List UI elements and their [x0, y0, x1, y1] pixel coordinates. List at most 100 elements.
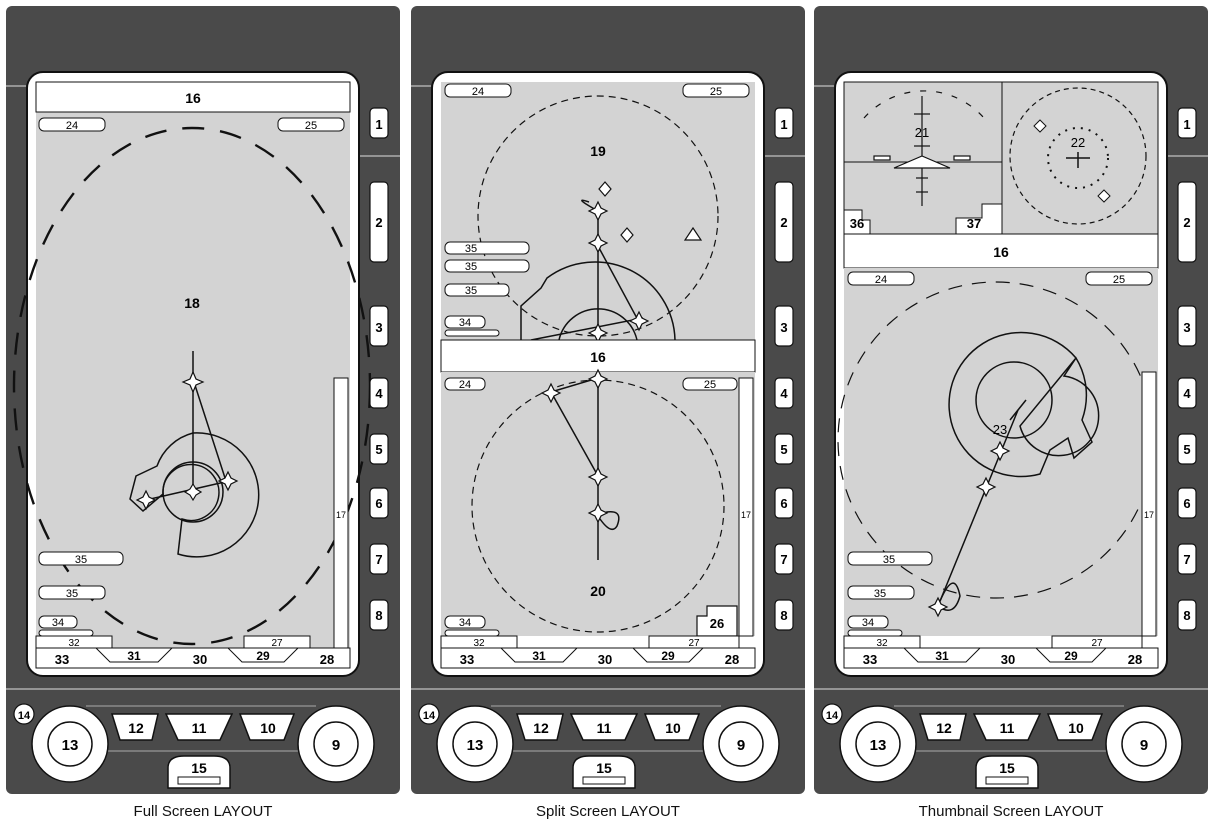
strip-right: 28 — [1128, 652, 1142, 667]
top-left-box-label: 24 — [459, 379, 471, 391]
softkey-1-label: 1 — [375, 117, 382, 132]
strip-left: 33 — [863, 652, 877, 667]
softkey-6-label: 6 — [375, 496, 382, 511]
side-bar — [1141, 371, 1157, 637]
bottom-left-box-label: 32 — [876, 638, 888, 649]
split-screen-display: 24 25 19 35 35 35 34 16 24 25 17 20 34 2… — [411, 71, 805, 789]
softkey-5-label: 5 — [780, 442, 787, 457]
side-bar-label: 17 — [336, 510, 346, 520]
thumb-right-box-label: 37 — [967, 216, 981, 231]
strip-center: 30 — [193, 652, 207, 667]
softkey-2-label: 2 — [780, 215, 787, 230]
strip-29: 29 — [661, 649, 675, 663]
softkey-7-label: 7 — [780, 552, 787, 567]
side-bar — [738, 377, 754, 637]
softkey-4-label: 4 — [780, 386, 788, 401]
top-right-box-label: 25 — [305, 120, 317, 132]
split-box-label: 26 — [710, 616, 724, 631]
thumbnail-screen-display: 21 36 37 22 16 24 25 17 23 35 35 34 32 2… — [814, 71, 1208, 789]
caption-split: Split Screen LAYOUT — [536, 803, 680, 820]
bottom-map-label: 20 — [590, 583, 606, 599]
banner-label: 16 — [993, 244, 1009, 260]
side-bar-label: 17 — [1144, 510, 1154, 520]
softkey-4-label: 4 — [375, 386, 383, 401]
key-center-label: 11 — [1000, 720, 1015, 736]
bezel-split: 24 25 19 35 35 35 34 16 24 25 17 20 34 2… — [411, 6, 805, 794]
softkey-column: 1 2 3 4 5 6 7 8 — [1177, 107, 1197, 631]
data-tag-label: 35 — [465, 261, 477, 273]
top-map-label: 19 — [590, 143, 606, 159]
left-knob-label: 13 — [467, 737, 484, 754]
top-left-box-label: 24 — [875, 274, 887, 286]
top-right-box-label: 25 — [710, 86, 722, 98]
corner-marker-label: 14 — [826, 710, 839, 722]
data-tag-label: 35 — [465, 285, 477, 297]
softkey-3-label: 3 — [780, 320, 787, 335]
softkey-column: 1 2 3 4 5 6 7 8 — [774, 107, 794, 631]
data-tag-label: 35 — [66, 588, 78, 600]
data-tag-label: 35 — [874, 588, 886, 600]
softkey-2-label: 2 — [375, 215, 382, 230]
data-tag[interactable] — [444, 259, 530, 273]
right-knob-label: 9 — [737, 737, 745, 754]
left-knob-label: 13 — [62, 737, 79, 754]
corner-marker-label: 14 — [18, 710, 31, 722]
top-left-box-label: 24 — [472, 86, 484, 98]
strip-left: 33 — [460, 652, 474, 667]
bottom-key-label: 15 — [596, 760, 612, 776]
caption-thumb: Thumbnail Screen LAYOUT — [918, 803, 1104, 820]
strip-center: 30 — [598, 652, 612, 667]
strip-right: 28 — [725, 652, 739, 667]
softkey-6-label: 6 — [1183, 496, 1190, 511]
control-cluster: 14 13 9 12 11 10 15 — [821, 703, 1183, 789]
softkey-5-label: 5 — [375, 442, 382, 457]
top-right-box-label: 25 — [1113, 274, 1125, 286]
strip-29: 29 — [1064, 649, 1078, 663]
softkey-3-label: 3 — [1183, 320, 1190, 335]
data-tag[interactable] — [444, 241, 530, 255]
right-knob-label: 9 — [332, 737, 340, 754]
softkey-7-label: 7 — [375, 552, 382, 567]
left-knob-label: 13 — [870, 737, 887, 754]
thumb-left-box-label: 36 — [850, 216, 864, 231]
map-thumbnail-label: 22 — [1071, 135, 1085, 150]
full-screen-display: 16 24 25 18 17 35 35 34 32 27 33 31 30 2… — [6, 71, 400, 789]
key-center-label: 11 — [597, 720, 612, 736]
softkey-4-label: 4 — [1183, 386, 1191, 401]
top-right-box-label: 25 — [704, 379, 716, 391]
softkey-8-label: 8 — [375, 608, 382, 623]
attitude-label: 21 — [915, 125, 929, 140]
softkey-5-label: 5 — [1183, 442, 1190, 457]
strip-center: 30 — [1001, 652, 1015, 667]
small-tag-label: 34 — [862, 617, 874, 629]
bottom-right-box-label: 27 — [1091, 638, 1103, 649]
strip-left: 33 — [55, 652, 69, 667]
key-right-label: 10 — [260, 720, 276, 736]
bottom-right-box-label: 27 — [271, 638, 283, 649]
caption-full: Full Screen LAYOUT — [133, 803, 273, 820]
small-tag-label: 34 — [459, 317, 471, 329]
softkey-6-label: 6 — [780, 496, 787, 511]
small-tag-label: 34 — [459, 617, 471, 629]
side-bar-label: 17 — [741, 510, 751, 520]
softkey-3-label: 3 — [375, 320, 382, 335]
data-tag-label: 35 — [883, 554, 895, 566]
small-tag-label: 34 — [52, 617, 64, 629]
key-right-label: 10 — [665, 720, 681, 736]
softkey-1-label: 1 — [1183, 117, 1190, 132]
softkey-8-label: 8 — [780, 608, 787, 623]
corner-marker-label: 14 — [423, 710, 436, 722]
bezel-thumb: 21 36 37 22 16 24 25 17 23 35 35 34 32 2… — [814, 6, 1208, 794]
top-left-box-label: 24 — [66, 120, 78, 132]
bottom-left-box-label: 32 — [68, 638, 80, 649]
key-left-label: 12 — [936, 720, 952, 736]
map-label: 18 — [184, 295, 200, 311]
strip-29: 29 — [256, 649, 270, 663]
strip-31: 31 — [127, 649, 141, 663]
softkey-2-label: 2 — [1183, 215, 1190, 230]
key-left-label: 12 — [533, 720, 549, 736]
route-label: 23 — [993, 422, 1007, 437]
bottom-key-label: 15 — [999, 760, 1015, 776]
bezel-full: 16 24 25 18 17 35 35 34 32 27 33 31 30 2… — [6, 6, 400, 794]
strip-31: 31 — [935, 649, 949, 663]
